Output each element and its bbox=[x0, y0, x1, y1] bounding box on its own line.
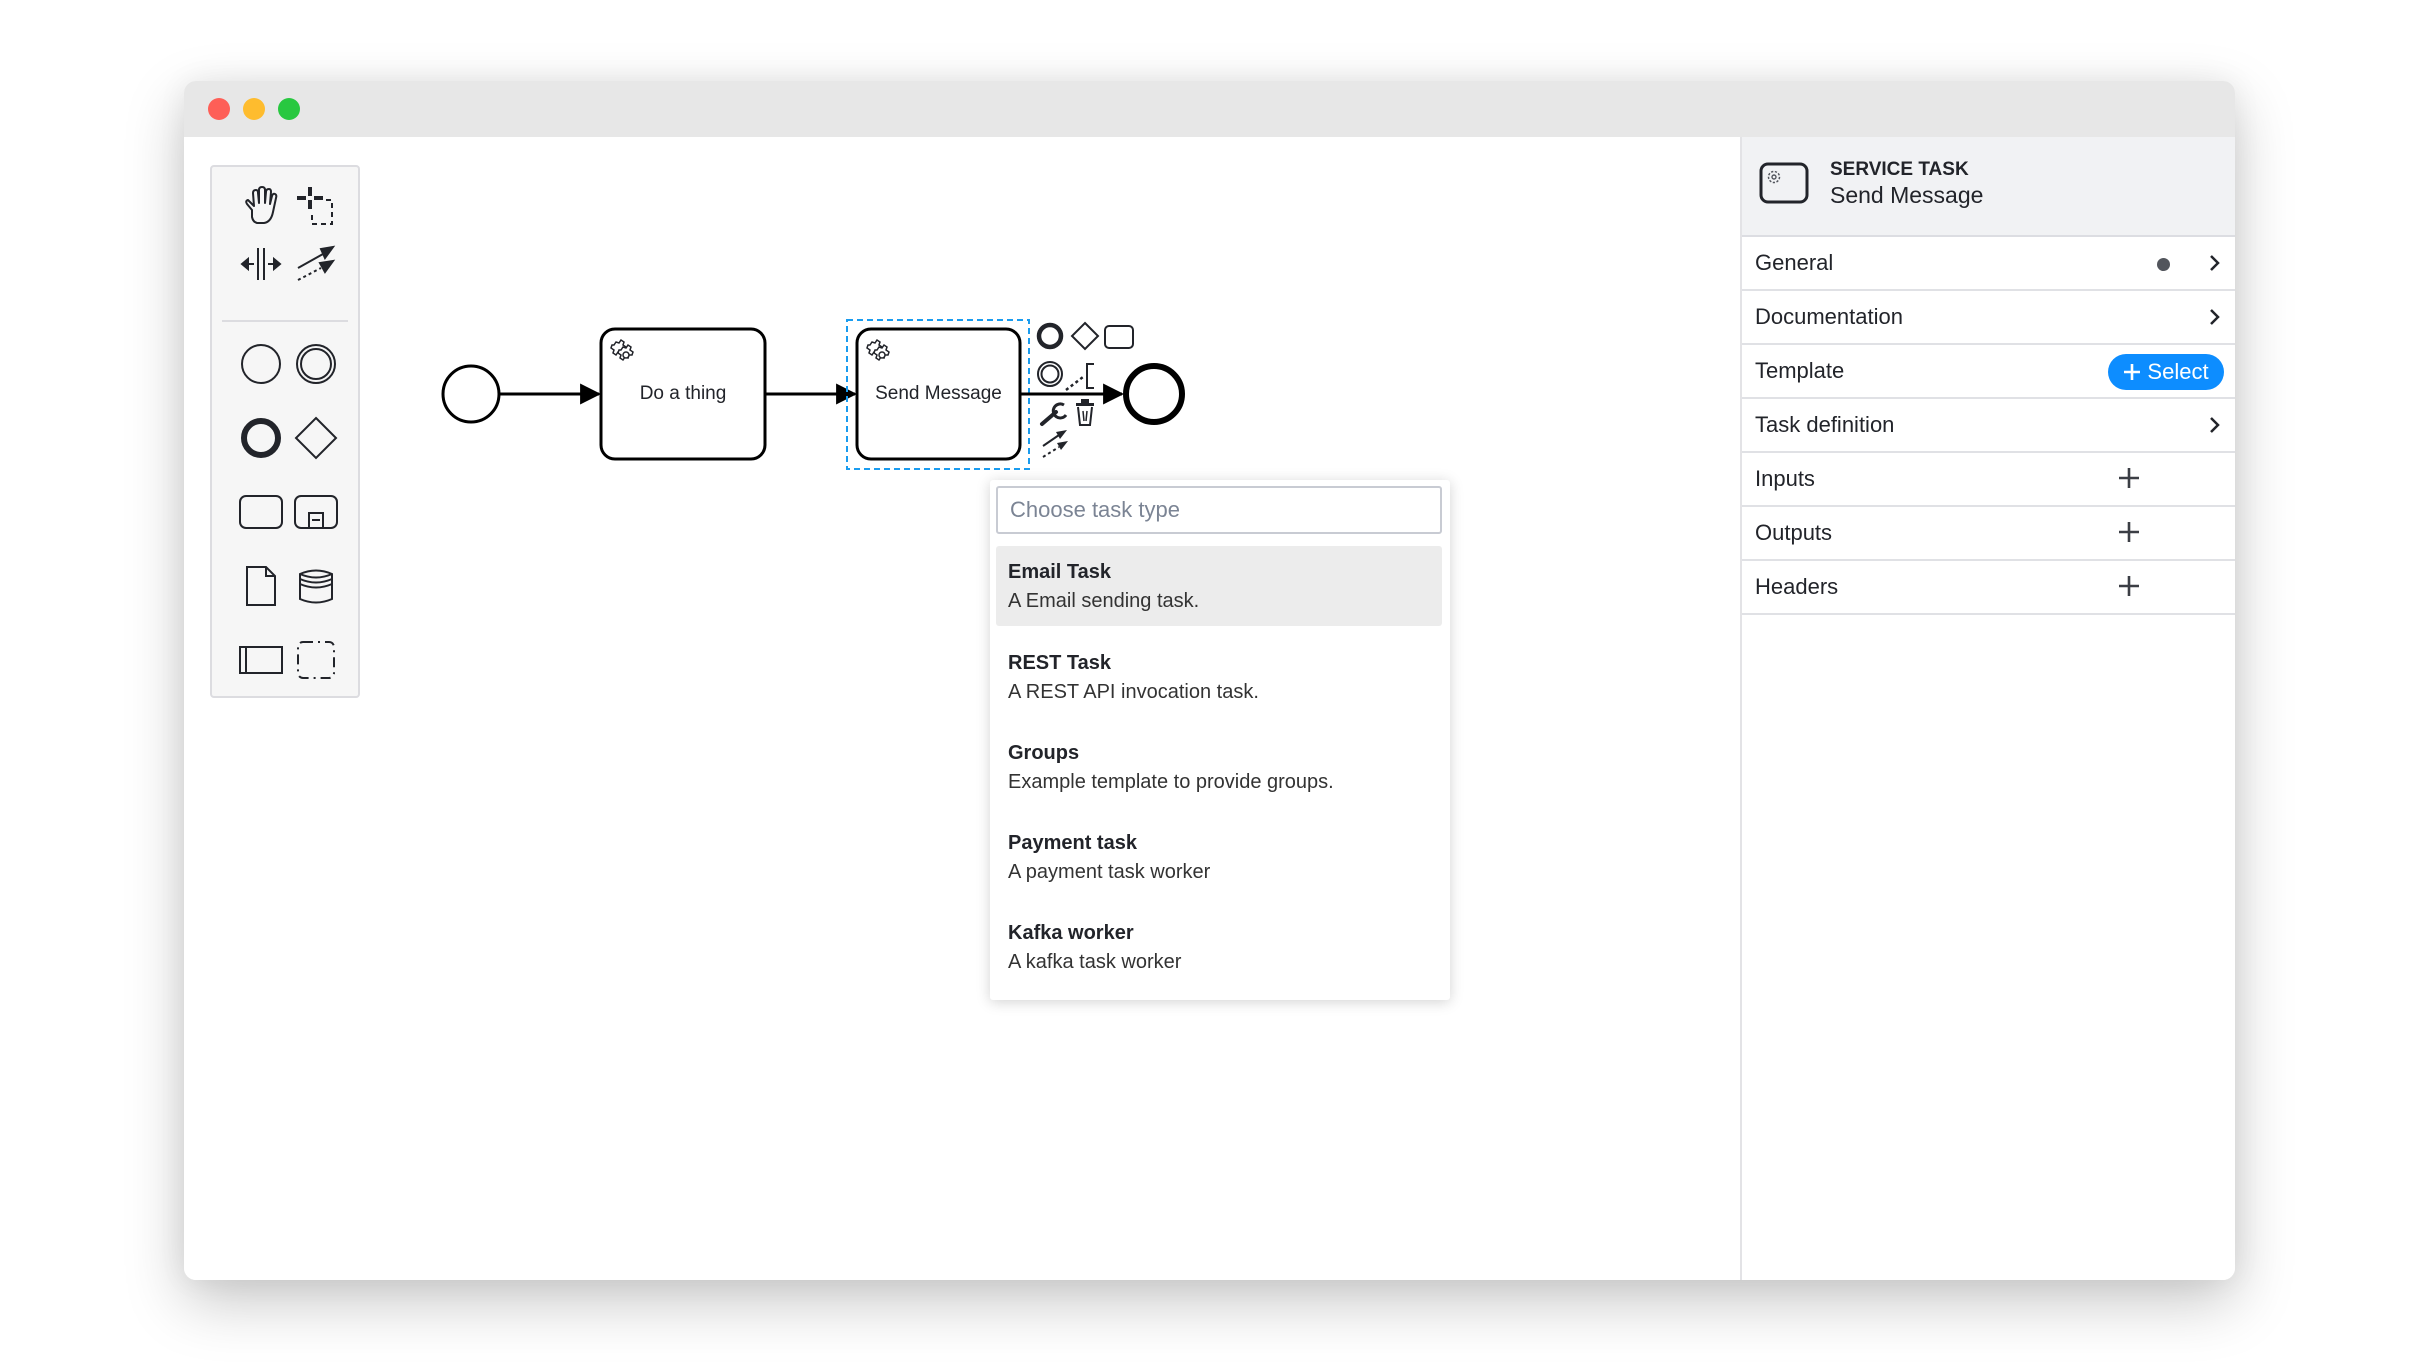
end-event[interactable] bbox=[1123, 363, 1185, 425]
group-label: Inputs bbox=[1755, 466, 1815, 491]
start-event[interactable] bbox=[441, 364, 501, 424]
app-window: Do a thing Send Message Email Task A Ema… bbox=[184, 81, 2235, 1280]
context-pad bbox=[1036, 321, 1134, 458]
group-label: Template bbox=[1755, 358, 1845, 383]
group-label: Outputs bbox=[1755, 520, 1833, 545]
popup-item-payment-task[interactable]: Payment task A payment task worker bbox=[996, 817, 1442, 897]
popup-item-description: A payment task worker bbox=[1008, 861, 1211, 883]
title-bar bbox=[184, 81, 2235, 137]
group-headers[interactable]: Headers bbox=[1742, 561, 2235, 615]
group-template: Template Select bbox=[1742, 345, 2235, 399]
group-task-definition[interactable]: Task definition bbox=[1742, 399, 2235, 453]
group-inputs[interactable]: Inputs bbox=[1742, 453, 2235, 507]
group-label: Task definition bbox=[1755, 412, 1895, 437]
select-button-label: Select bbox=[2147, 359, 2209, 384]
append-gateway-icon[interactable] bbox=[1070, 321, 1100, 351]
popup-item-rest-task[interactable]: REST Task A REST API invocation task. bbox=[996, 637, 1442, 717]
chevron-right-icon bbox=[2210, 255, 2220, 271]
add-header-icon[interactable] bbox=[2117, 574, 2141, 598]
chevron-right-icon bbox=[2210, 309, 2220, 325]
task-label: Send Message bbox=[875, 383, 1002, 404]
panel-header: SERVICE TASK Send Message bbox=[1742, 137, 2235, 237]
group-general[interactable]: General bbox=[1742, 237, 2235, 291]
popup-item-title: Groups bbox=[1008, 742, 1080, 764]
group-outputs[interactable]: Outputs bbox=[1742, 507, 2235, 561]
add-input-icon[interactable] bbox=[2117, 466, 2141, 490]
append-text-annotation-icon[interactable] bbox=[1065, 363, 1094, 391]
popup-item-title: Email Task bbox=[1008, 561, 1112, 583]
data-marker-dot bbox=[2157, 258, 2170, 271]
append-intermediate-event-icon[interactable] bbox=[1037, 361, 1063, 387]
group-label: Documentation bbox=[1755, 304, 1903, 329]
task-label: Do a thing bbox=[639, 383, 727, 404]
task-type-search-input[interactable] bbox=[996, 486, 1442, 534]
wrench-icon[interactable] bbox=[1040, 402, 1068, 426]
popup-item-title: REST Task bbox=[1008, 652, 1111, 674]
element-type-label: SERVICE TASK bbox=[1830, 159, 1969, 180]
connect-icon[interactable] bbox=[1042, 430, 1068, 458]
append-task-icon[interactable] bbox=[1104, 325, 1134, 349]
close-window-button[interactable] bbox=[208, 98, 230, 120]
plus-icon bbox=[2124, 364, 2141, 380]
task-type-popup: Email Task A Email sending task. REST Ta… bbox=[990, 480, 1450, 1000]
group-label: General bbox=[1755, 250, 1834, 275]
group-documentation[interactable]: Documentation bbox=[1742, 291, 2235, 345]
popup-item-description: A kafka task worker bbox=[1008, 951, 1182, 973]
popup-item-kafka-worker[interactable]: Kafka worker A kafka task worker bbox=[996, 907, 1442, 987]
popup-item-title: Payment task bbox=[1008, 832, 1137, 854]
popup-item-description: Example template to provide groups. bbox=[1008, 771, 1334, 793]
popup-item-groups[interactable]: Groups Example template to provide group… bbox=[996, 727, 1442, 807]
popup-item-description: A Email sending task. bbox=[1008, 590, 1200, 612]
trash-icon[interactable] bbox=[1076, 399, 1094, 426]
popup-item-email-task[interactable]: Email Task A Email sending task. bbox=[996, 546, 1442, 626]
template-select-button[interactable]: Select bbox=[2108, 354, 2224, 390]
append-end-event-icon[interactable] bbox=[1036, 322, 1064, 350]
properties-panel: SERVICE TASK Send Message General Docume… bbox=[1742, 137, 2235, 1280]
bpmn-diagram bbox=[441, 319, 1185, 470]
popup-item-title: Kafka worker bbox=[1008, 922, 1134, 944]
minimize-window-button[interactable] bbox=[243, 98, 265, 120]
popup-item-description: A REST API invocation task. bbox=[1008, 681, 1259, 703]
maximize-window-button[interactable] bbox=[278, 98, 300, 120]
service-task-icon bbox=[1759, 162, 1809, 204]
element-name-label: Send Message bbox=[1830, 182, 1984, 208]
group-label: Headers bbox=[1755, 574, 1839, 599]
add-output-icon[interactable] bbox=[2117, 520, 2141, 544]
chevron-right-icon bbox=[2210, 417, 2220, 433]
diagram-canvas[interactable]: Do a thing Send Message Email Task A Ema… bbox=[184, 137, 1740, 1280]
